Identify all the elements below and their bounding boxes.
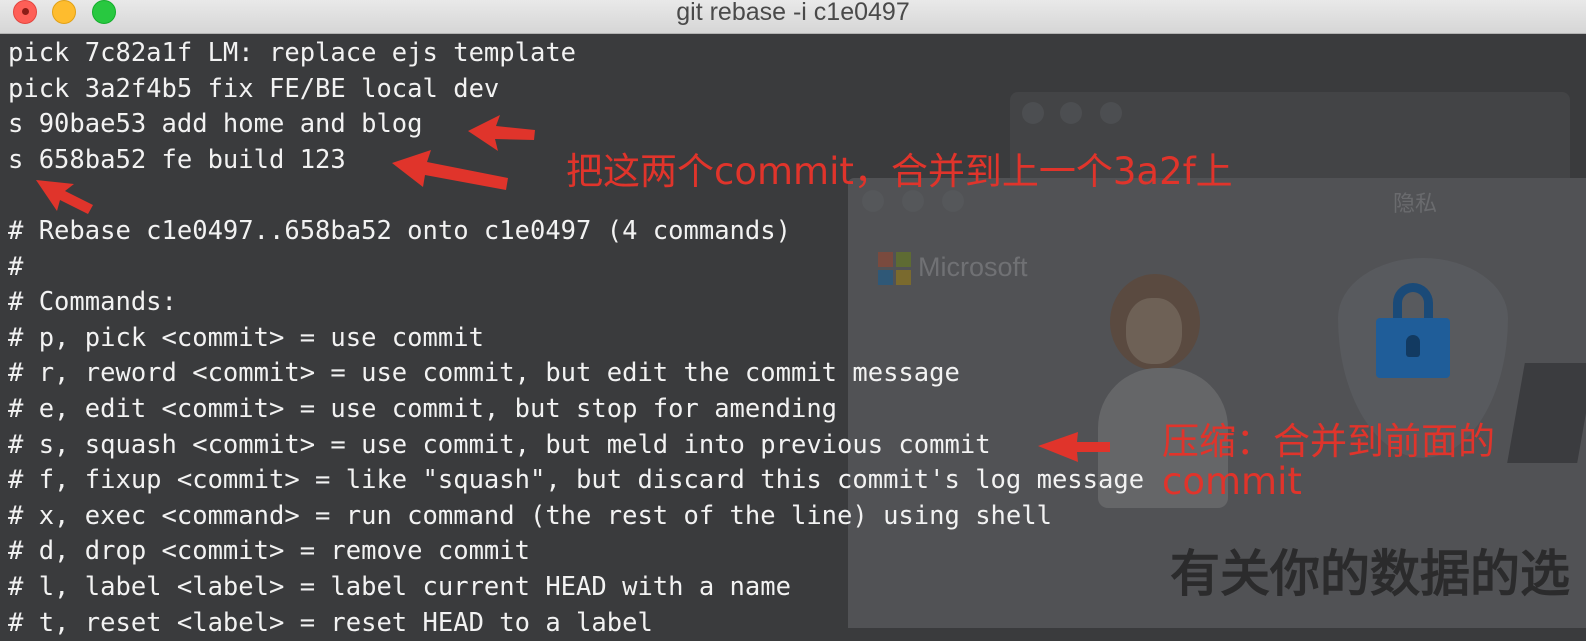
arrow-to-s-command-icon <box>36 180 93 214</box>
arrow-to-squash-line-icon <box>1038 432 1110 462</box>
merge-annotation: 把这两个commit，合并到上一个3a2f上 <box>566 152 1233 192</box>
arrow-to-line-4-icon <box>392 150 508 190</box>
annotation-arrows <box>0 0 1586 628</box>
arrow-to-line-3-icon <box>468 115 535 151</box>
squash-annotation-line2: commit <box>1162 462 1302 502</box>
squash-annotation-line1: 压缩：合并到前面的 <box>1162 422 1495 462</box>
